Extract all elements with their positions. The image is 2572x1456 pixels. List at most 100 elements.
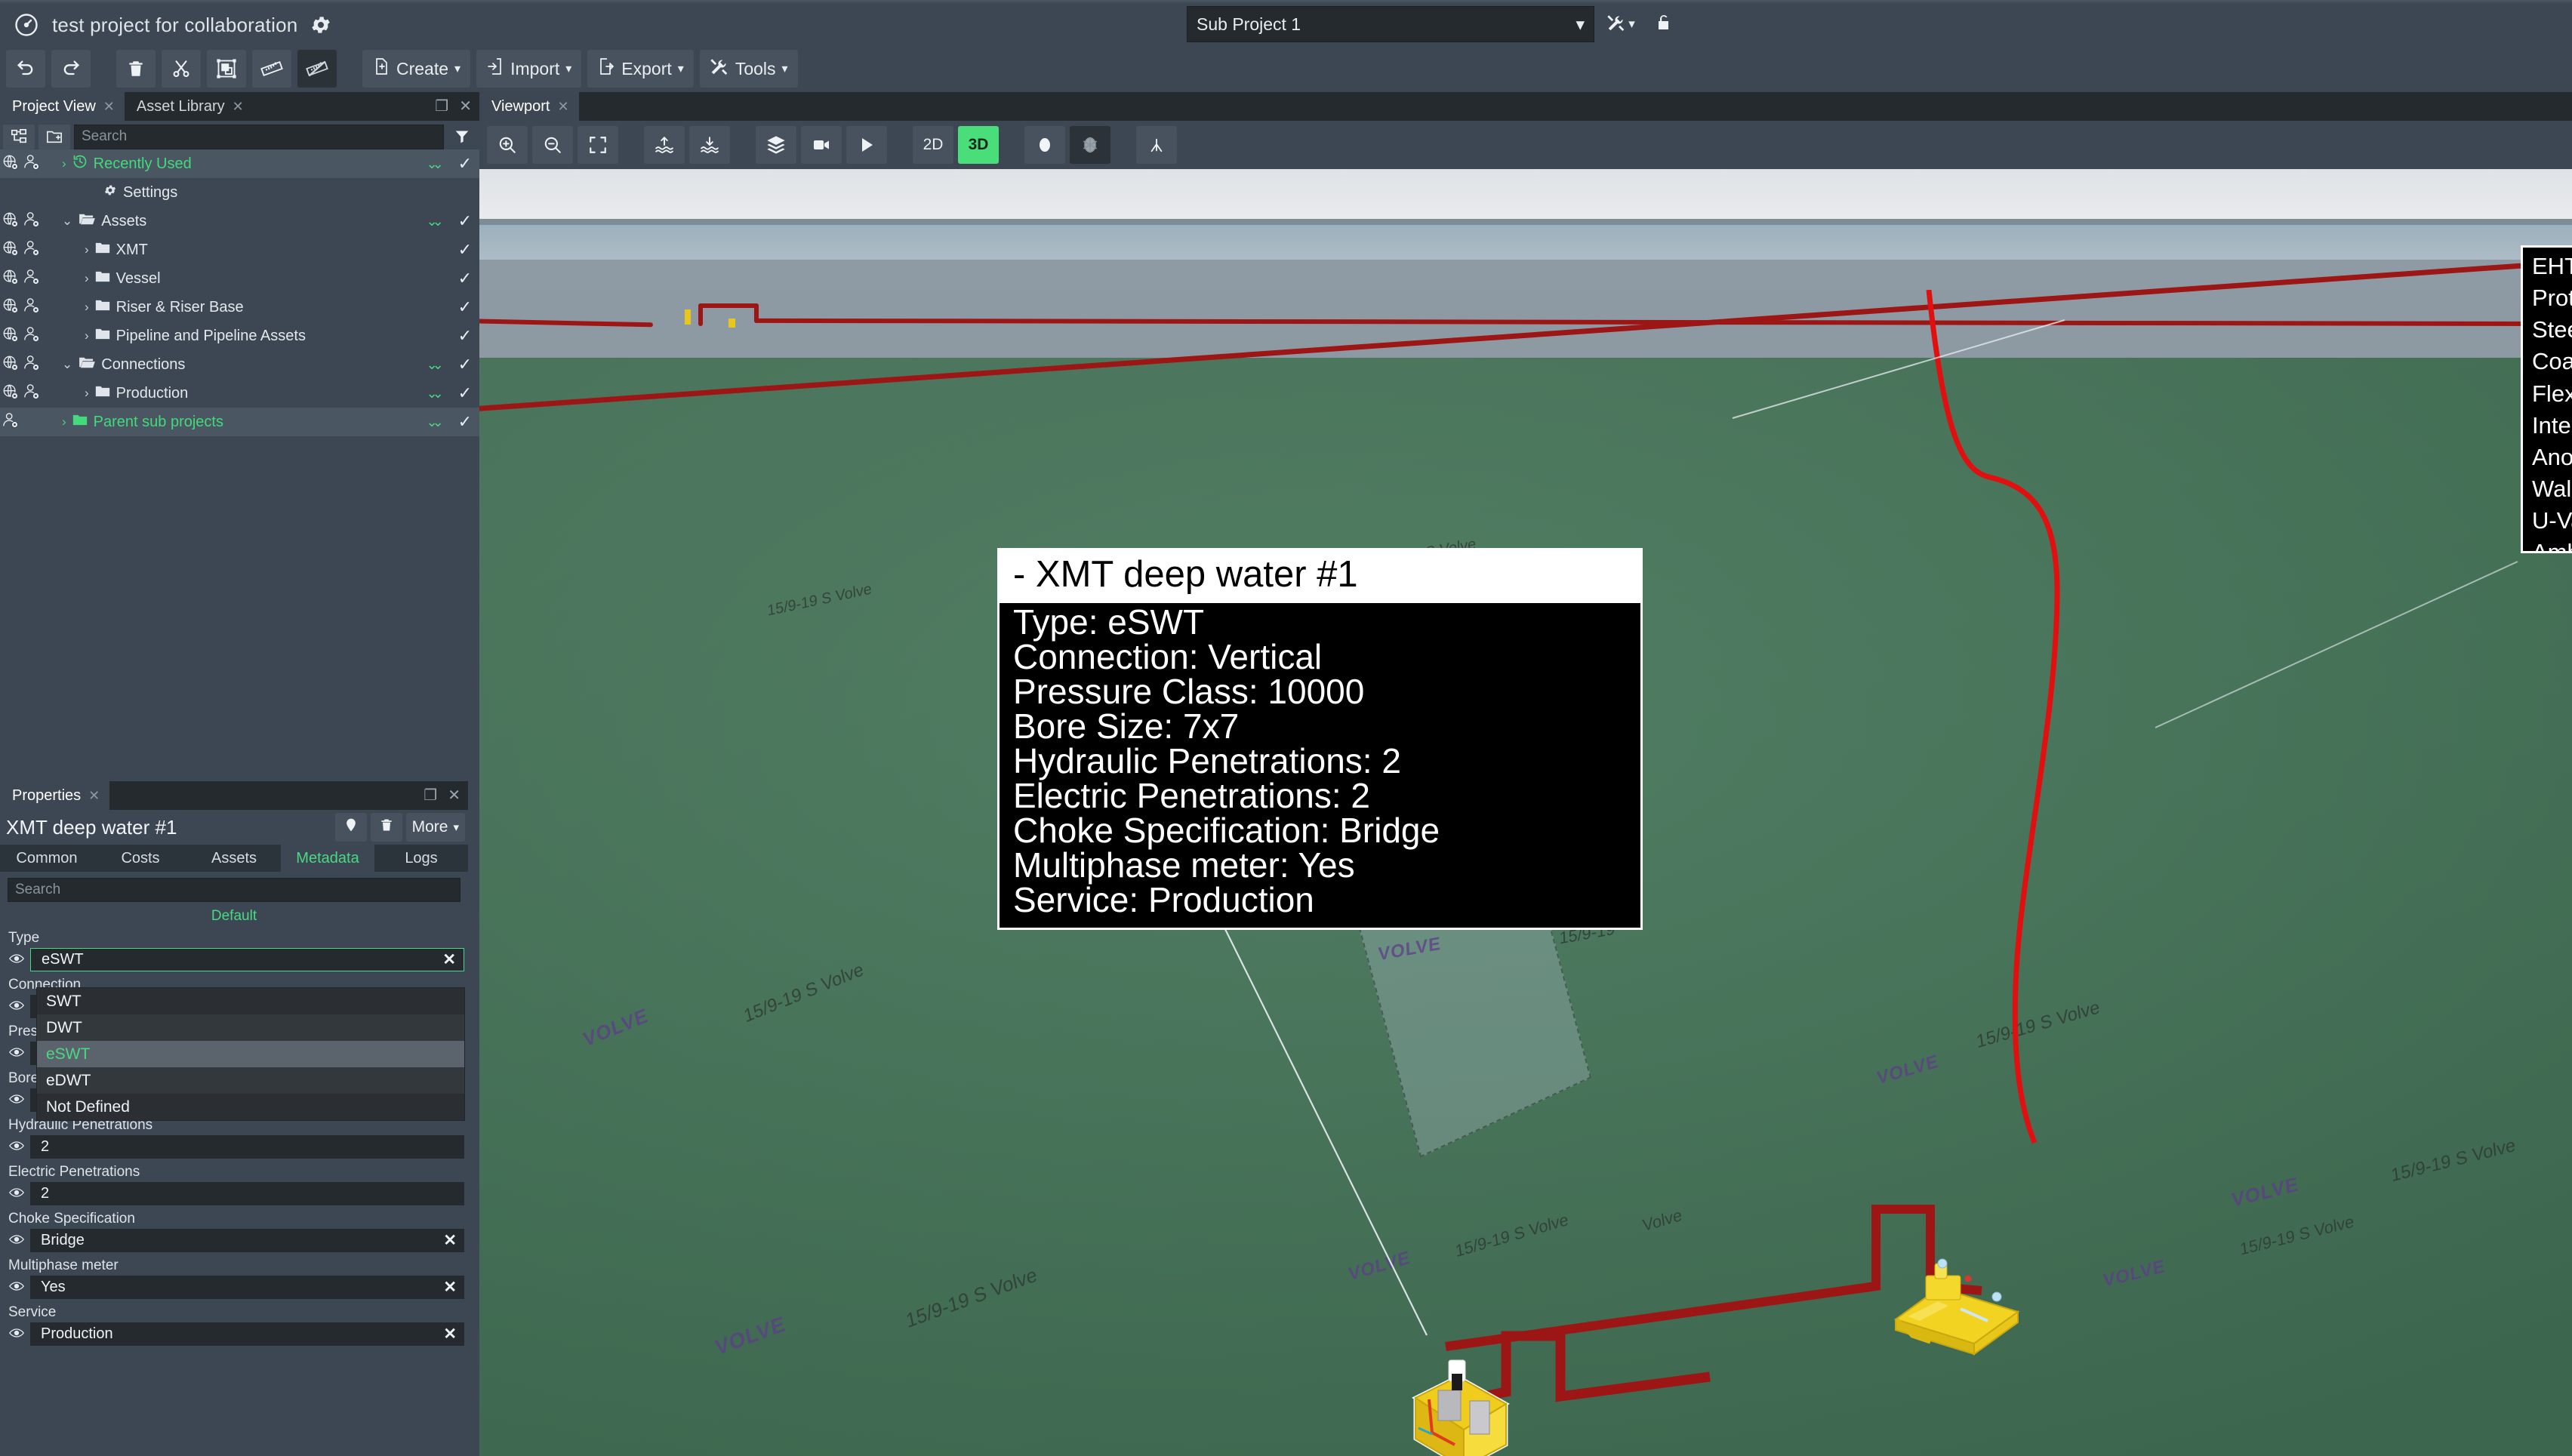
field-input-hydraulic-penetrations[interactable]: 2 bbox=[30, 1135, 464, 1159]
chevron-down-icon[interactable]: ⌄ bbox=[62, 357, 72, 372]
maximize-icon[interactable]: ❐ bbox=[435, 97, 448, 115]
tools-menu[interactable]: Tools ▾ bbox=[699, 50, 798, 88]
checkmark-icon[interactable]: ✓ bbox=[458, 383, 472, 403]
view-2d-button[interactable]: 2D bbox=[913, 126, 953, 164]
field-input-choke-specification[interactable]: Bridge ✕ bbox=[30, 1229, 464, 1252]
chevron-right-icon[interactable]: › bbox=[85, 328, 89, 343]
tab-costs[interactable]: Costs bbox=[94, 845, 187, 872]
chevron-right-icon[interactable]: › bbox=[85, 300, 89, 315]
subproject-tools-button[interactable]: ▾ bbox=[1597, 6, 1644, 42]
checkmark-icon[interactable]: ✓ bbox=[458, 240, 472, 260]
layers-button[interactable] bbox=[756, 126, 796, 164]
tree-item-xmt[interactable]: › XMT ✓ bbox=[0, 235, 479, 264]
tree-item-connections[interactable]: ⌄ Connections ⌄⌄ ✓ bbox=[0, 350, 479, 379]
tab-properties[interactable]: Properties ✕ bbox=[0, 781, 110, 810]
visibility-eye-icon[interactable] bbox=[8, 1046, 25, 1061]
checkmark-icon[interactable]: ✓ bbox=[458, 269, 472, 288]
dropdown-option-eswt[interactable]: eSWT bbox=[37, 1041, 464, 1067]
visibility-eye-icon[interactable] bbox=[8, 953, 25, 968]
global-visibility-icon[interactable] bbox=[2, 240, 19, 260]
gear-icon[interactable] bbox=[310, 14, 332, 36]
tab-asset-library[interactable]: Asset Library ✕ bbox=[124, 92, 254, 121]
tab-project-view[interactable]: Project View ✕ bbox=[0, 92, 125, 121]
chevron-right-icon[interactable]: › bbox=[85, 242, 89, 257]
field-input-multiphase-meter[interactable]: Yes ✕ bbox=[30, 1276, 464, 1299]
user-visibility-icon[interactable] bbox=[23, 154, 40, 174]
camera-button[interactable] bbox=[801, 126, 842, 164]
checkmark-icon[interactable]: ✓ bbox=[458, 211, 472, 231]
checkmark-icon[interactable]: ✓ bbox=[458, 326, 472, 346]
close-icon[interactable]: ✕ bbox=[448, 786, 460, 805]
field-input-service[interactable]: Production ✕ bbox=[30, 1322, 464, 1346]
maximize-icon[interactable]: ❐ bbox=[424, 786, 437, 805]
undo-button[interactable] bbox=[6, 50, 45, 88]
tree-item-vessel[interactable]: › Vessel ✓ bbox=[0, 264, 479, 293]
zoom-in-button[interactable] bbox=[487, 126, 528, 164]
measure-button[interactable] bbox=[252, 50, 291, 88]
locate-button[interactable] bbox=[334, 813, 367, 842]
expand-all-icon[interactable]: ⌄⌄ bbox=[427, 414, 444, 430]
user-visibility-icon[interactable] bbox=[2, 412, 19, 432]
tree-structure-icon[interactable] bbox=[3, 124, 35, 149]
more-button[interactable]: More ▾ bbox=[405, 813, 465, 842]
tab-logs[interactable]: Logs bbox=[374, 845, 468, 872]
xmt-deep-water-1-model[interactable] bbox=[1385, 1354, 1536, 1456]
folder-plus-icon[interactable] bbox=[39, 124, 70, 149]
global-visibility-icon[interactable] bbox=[2, 326, 19, 346]
create-menu[interactable]: Create ▾ bbox=[362, 50, 471, 88]
user-visibility-icon[interactable] bbox=[23, 240, 40, 260]
global-visibility-icon[interactable] bbox=[2, 269, 19, 289]
import-menu[interactable]: Import ▾ bbox=[476, 50, 582, 88]
close-icon[interactable]: ✕ bbox=[557, 99, 568, 115]
dropdown-option-edwt[interactable]: eDWT bbox=[37, 1067, 464, 1094]
close-icon[interactable]: ✕ bbox=[88, 788, 100, 804]
visibility-eye-icon[interactable] bbox=[8, 1280, 25, 1295]
global-visibility-icon[interactable] bbox=[2, 383, 19, 404]
global-visibility-icon[interactable] bbox=[2, 297, 19, 318]
tree-item-parent-sub-projects[interactable]: › Parent sub projects ⌄⌄ ✓ bbox=[0, 408, 479, 436]
checkmark-icon[interactable]: ✓ bbox=[458, 154, 472, 174]
tree-item-recently-used[interactable]: › Recently Used ⌄⌄ ✓ bbox=[0, 149, 479, 178]
tab-viewport[interactable]: Viewport ✕ bbox=[479, 92, 579, 121]
cut-button[interactable] bbox=[162, 50, 201, 88]
close-icon[interactable]: ✕ bbox=[459, 97, 472, 115]
shading-button[interactable] bbox=[1024, 126, 1065, 164]
search-input[interactable]: Search bbox=[74, 124, 444, 149]
tree-item-assets[interactable]: ⌄ Assets ⌄⌄ ✓ bbox=[0, 207, 479, 235]
user-visibility-icon[interactable] bbox=[23, 355, 40, 375]
close-icon[interactable]: ✕ bbox=[233, 99, 244, 115]
checkmark-icon[interactable]: ✓ bbox=[458, 297, 472, 317]
visibility-eye-icon[interactable] bbox=[8, 1327, 25, 1342]
chevron-right-icon[interactable]: › bbox=[62, 156, 66, 171]
subproject-select[interactable]: Sub Project 1 ▾ bbox=[1187, 6, 1594, 42]
tree-item-settings[interactable]: Settings bbox=[0, 178, 479, 207]
properties-search-input[interactable]: Search bbox=[8, 878, 460, 902]
tab-assets[interactable]: Assets bbox=[187, 845, 281, 872]
lock-button[interactable] bbox=[1647, 6, 1680, 42]
tree-item-pipeline-and-pipeline-assets[interactable]: › Pipeline and Pipeline Assets ✓ bbox=[0, 322, 479, 350]
view-3d-button[interactable]: 3D bbox=[958, 126, 999, 164]
tab-metadata[interactable]: Metadata bbox=[281, 845, 374, 872]
expand-all-icon[interactable]: ⌄⌄ bbox=[427, 214, 444, 229]
chevron-down-icon[interactable]: ⌄ bbox=[62, 214, 72, 229]
expand-all-icon[interactable]: ⌄⌄ bbox=[427, 156, 444, 172]
global-visibility-icon[interactable] bbox=[2, 355, 19, 375]
delete-button[interactable] bbox=[116, 50, 156, 88]
manifold-model[interactable] bbox=[1885, 1247, 2028, 1356]
visibility-eye-icon[interactable] bbox=[8, 1093, 25, 1108]
wireframe-button[interactable] bbox=[1070, 126, 1110, 164]
measure-off-button[interactable] bbox=[297, 50, 337, 88]
clear-icon[interactable]: ✕ bbox=[443, 1278, 457, 1297]
tree-item-production[interactable]: › Production ⌄⌄ ✓ bbox=[0, 379, 479, 408]
user-visibility-icon[interactable] bbox=[23, 269, 40, 289]
fit-view-button[interactable] bbox=[578, 126, 618, 164]
clear-icon[interactable]: ✕ bbox=[443, 1325, 457, 1344]
checkmark-icon[interactable]: ✓ bbox=[458, 355, 472, 374]
play-button[interactable] bbox=[846, 126, 887, 164]
delete-object-button[interactable] bbox=[370, 813, 402, 842]
global-visibility-icon[interactable] bbox=[2, 154, 19, 174]
lower-sea-button[interactable] bbox=[689, 126, 730, 164]
expand-all-icon[interactable]: ⌄⌄ bbox=[427, 357, 444, 373]
clear-icon[interactable]: ✕ bbox=[442, 950, 456, 969]
group-button[interactable] bbox=[207, 50, 246, 88]
